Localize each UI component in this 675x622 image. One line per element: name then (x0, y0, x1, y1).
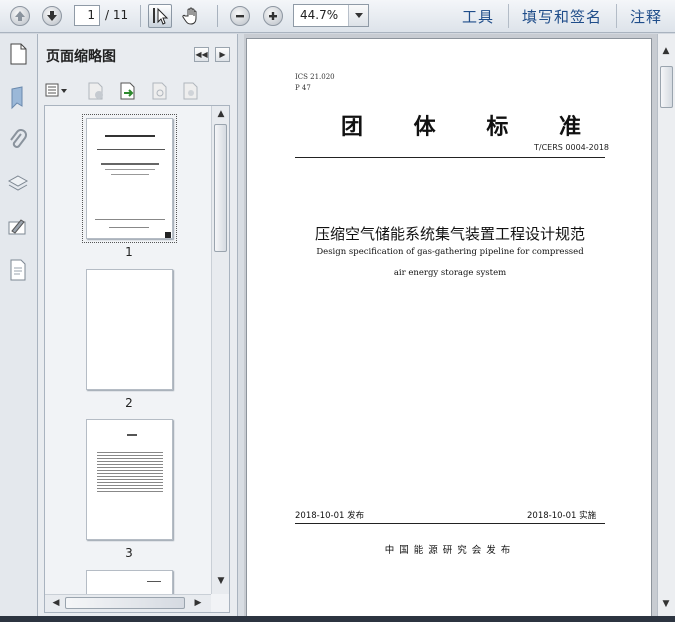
hand-tool-button[interactable] (180, 4, 204, 28)
scroll-up-arrow-icon[interactable]: ▲ (213, 109, 229, 119)
scroll-down-arrow-icon[interactable]: ▼ (658, 599, 674, 609)
arrow-down-icon (42, 6, 62, 26)
cursor-icon (153, 7, 169, 25)
scroll-right-arrow-icon[interactable]: ▶ (190, 598, 206, 608)
menu-divider (616, 4, 617, 28)
hand-icon (182, 7, 197, 25)
ics-code: ICS 21.020 (295, 73, 335, 81)
page-properties-icon[interactable] (181, 81, 201, 104)
fill-sign-menu[interactable]: 填写和签名 (522, 6, 602, 27)
plus-icon (263, 6, 283, 26)
toolbar-divider (140, 5, 141, 27)
attachment-icon[interactable] (7, 129, 29, 153)
thumbnails-hscrollbar[interactable]: ◀ ▶ (45, 594, 211, 612)
panel-title: 页面缩略图 (46, 49, 116, 65)
ccs-code: P 47 (295, 84, 311, 92)
next-page-button[interactable] (40, 4, 64, 28)
options-menu-icon[interactable] (45, 82, 69, 100)
scrollbar-thumb[interactable] (660, 66, 673, 108)
insert-page-icon[interactable] (118, 81, 138, 104)
previous-page-button[interactable] (8, 4, 32, 28)
thumbnail-page-3[interactable] (86, 419, 173, 540)
thumbnails-scrollbar[interactable]: ▲ ▼ (211, 106, 229, 594)
minus-icon (230, 6, 250, 26)
standard-code: T/CERS 0004-2018 (533, 143, 609, 152)
zoom-out-button[interactable] (228, 4, 252, 28)
page-number-input[interactable]: 1 (74, 5, 100, 26)
rotate-page-icon[interactable] (150, 81, 170, 104)
panel-toolbar (38, 78, 238, 104)
collapse-panel-button[interactable]: ◀◀ (194, 47, 209, 62)
thumbnail-page-2[interactable] (86, 269, 173, 390)
zoom-select[interactable]: 44.7% (293, 4, 369, 27)
comment-menu[interactable]: 注释 (630, 6, 662, 27)
select-tool-button[interactable] (148, 4, 172, 28)
delete-page-icon[interactable] (86, 81, 106, 104)
layers-icon[interactable] (7, 172, 29, 196)
title-char: 标 (486, 115, 509, 140)
window-bottom-edge (0, 616, 675, 622)
right-arrow-icon: ▶ (219, 50, 226, 59)
page-total-label: / 11 (105, 8, 129, 22)
english-title-line-1: Design specification of gas-gathering pi… (316, 247, 584, 257)
issue-date: 2018-10-01 发布 (295, 511, 365, 521)
implementation-date: 2018-10-01 实施 (527, 511, 597, 521)
signature-icon[interactable] (7, 216, 29, 240)
document-view[interactable]: ICS 21.020 P 47 团 体 标 准 T/CERS 0004-2018… (244, 34, 657, 622)
title-char: 准 (558, 115, 581, 140)
navigation-rail (0, 34, 38, 622)
document-page: ICS 21.020 P 47 团 体 标 准 T/CERS 0004-2018… (246, 38, 652, 620)
thumbnail-page-1[interactable] (86, 118, 173, 239)
thumbnail-label: 1 (125, 245, 133, 259)
thumbnails-list[interactable]: 1 2 3 ▲ ▼ ◀ ▶ (44, 105, 230, 613)
chevron-down-icon[interactable] (348, 5, 368, 26)
header-rule (295, 157, 605, 158)
menu-divider (508, 4, 509, 28)
panel-header: 页面缩略图 ◀◀ ▶ (38, 34, 238, 74)
zoom-in-button[interactable] (261, 4, 285, 28)
document-scrollbar[interactable]: ▲ ▼ (657, 34, 675, 622)
bookmark-icon[interactable] (7, 86, 29, 110)
english-title-line-2: air energy storage system (393, 268, 507, 278)
scroll-down-arrow-icon[interactable]: ▼ (213, 576, 229, 586)
scrollbar-thumb[interactable] (214, 124, 227, 252)
tools-menu[interactable]: 工具 (462, 6, 494, 27)
thumbnail-label: 3 (125, 546, 133, 560)
page-thumbnails-icon[interactable] (7, 42, 29, 66)
arrow-up-icon (10, 6, 30, 26)
main-toolbar: 1 / 11 44.7% 工具 填写和签名 注释 (0, 0, 675, 33)
issuer: 中国能源研究会发布 (384, 545, 516, 556)
hscrollbar-thumb[interactable] (65, 597, 185, 609)
footer-rule (295, 523, 605, 524)
chinese-title: 压缩空气储能系统集气装置工程设计规范 (314, 225, 585, 243)
document-type-title: 团 体 标 准 (341, 109, 581, 141)
double-left-arrow-icon: ◀◀ (195, 50, 208, 59)
scroll-left-arrow-icon[interactable]: ◀ (48, 598, 64, 608)
thumbnails-panel: 页面缩略图 ◀◀ ▶ 1 2 3 ▲ ▼ ◀ ▶ (38, 34, 238, 616)
thumbnail-label: 2 (125, 396, 133, 410)
title-char: 团 (341, 115, 364, 140)
title-char: 体 (413, 115, 436, 140)
toolbar-divider (217, 5, 218, 27)
content-icon[interactable] (7, 258, 29, 282)
zoom-value: 44.7% (300, 8, 339, 22)
scroll-up-arrow-icon[interactable]: ▲ (658, 46, 674, 56)
expand-panel-button[interactable]: ▶ (215, 47, 230, 62)
